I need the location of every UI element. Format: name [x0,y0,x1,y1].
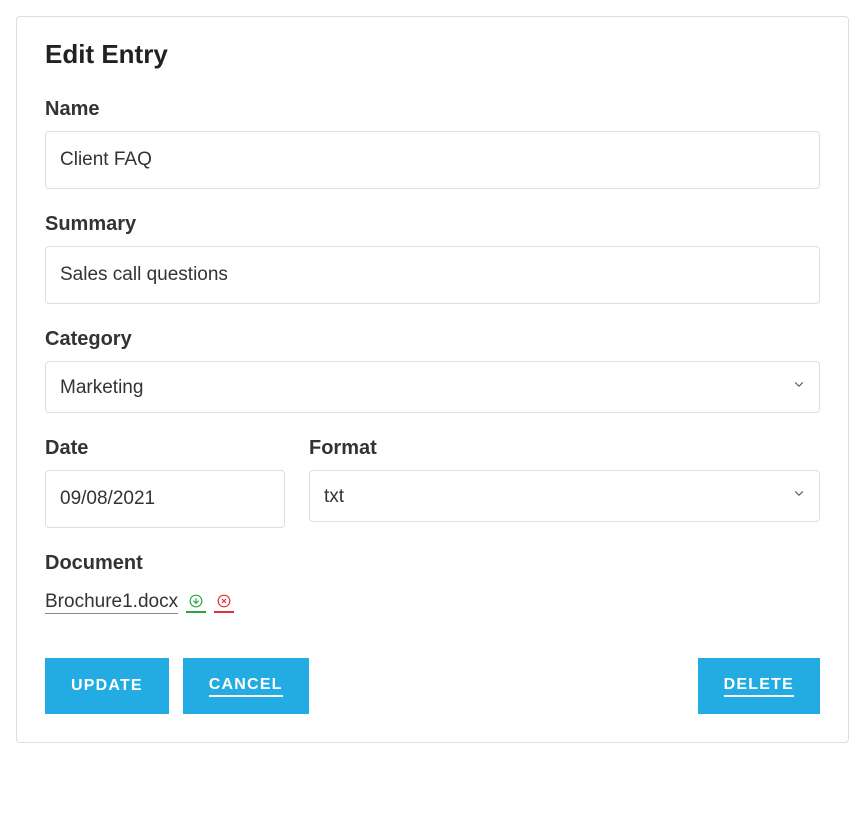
date-input[interactable] [45,470,285,528]
document-field: Document Brochure1.docx [45,552,820,614]
name-field: Name [45,98,820,189]
download-icon[interactable] [186,593,206,613]
category-label: Category [45,328,820,351]
name-input[interactable] [45,131,820,189]
format-field: Format txt [309,437,820,528]
document-label: Document [45,552,820,575]
category-field: Category Marketing [45,328,820,413]
delete-button[interactable]: Delete [698,658,820,714]
page-title: Edit Entry [45,39,820,70]
format-label: Format [309,437,820,460]
actions-row: Update Cancel Delete [45,658,820,714]
date-field: Date [45,437,285,528]
format-select[interactable]: txt [309,470,820,522]
edit-entry-card: Edit Entry Name Summary Category Marketi… [16,16,849,743]
category-select[interactable]: Marketing [45,361,820,413]
cancel-button[interactable]: Cancel [183,658,309,714]
summary-label: Summary [45,213,820,236]
name-label: Name [45,98,820,121]
summary-input[interactable] [45,246,820,304]
update-button[interactable]: Update [45,658,169,714]
date-label: Date [45,437,285,460]
remove-icon[interactable] [214,593,234,613]
summary-field: Summary [45,213,820,304]
document-link[interactable]: Brochure1.docx [45,591,178,614]
